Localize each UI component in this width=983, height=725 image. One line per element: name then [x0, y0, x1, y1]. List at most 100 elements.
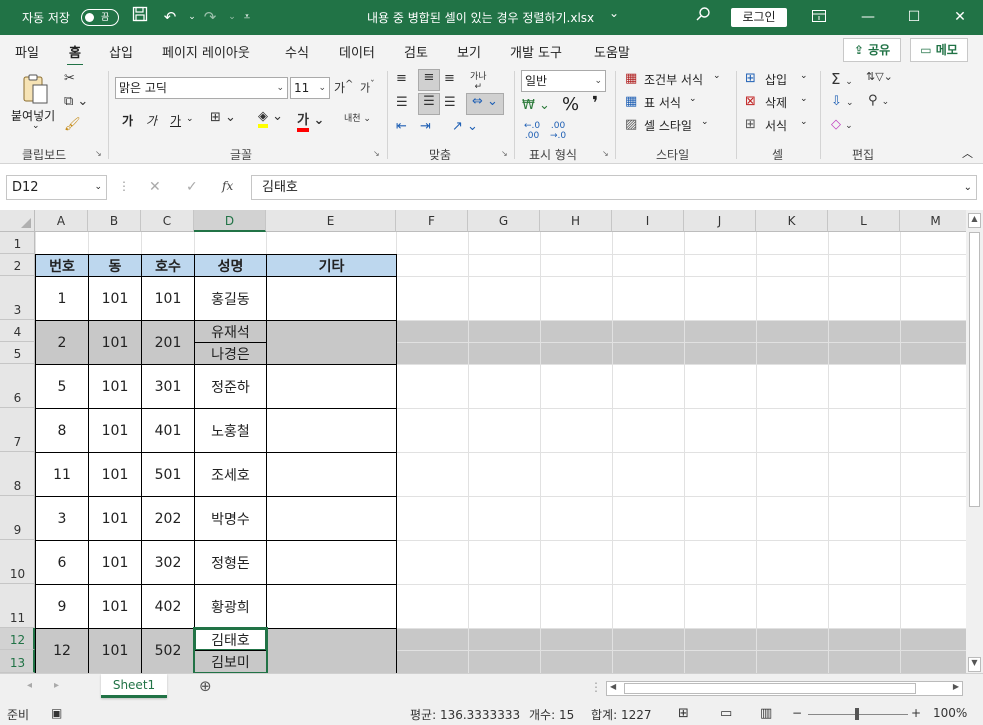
- table-cell-ho[interactable]: 502: [141, 628, 195, 673]
- tab-view[interactable]: 보기: [457, 42, 481, 61]
- delete-cells-icon[interactable]: ⊠: [745, 94, 756, 109]
- row-header-7[interactable]: 7: [0, 408, 35, 452]
- column-header-k[interactable]: K: [756, 210, 828, 232]
- copy-icon[interactable]: ⧉ ⌄: [64, 94, 88, 109]
- zoom-slider-handle[interactable]: [855, 708, 859, 720]
- column-header-j[interactable]: J: [684, 210, 756, 232]
- merge-center-icon[interactable]: ⇔ ⌄: [466, 93, 504, 115]
- increase-indent-icon[interactable]: ⇥: [420, 119, 431, 134]
- customize-icon[interactable]: ⩡: [236, 6, 258, 28]
- decrease-indent-icon[interactable]: ⇤: [396, 119, 407, 134]
- align-right-icon[interactable]: ☰: [444, 95, 456, 110]
- worksheet-grid[interactable]: A B C D E F G H I J K L M 1 2 3 4 5 6 7 8 9 10 11 12 13 번호 동 호수 성명 기타 1…: [0, 210, 966, 673]
- table-cell-name[interactable]: 홍길동: [194, 276, 267, 321]
- table-cell-dong[interactable]: 101: [88, 628, 142, 673]
- table-cell-name[interactable]: 정형돈: [194, 540, 267, 585]
- paste-icon[interactable]: [20, 73, 52, 105]
- chevron-down-icon[interactable]: ⌄: [800, 94, 808, 104]
- align-middle-icon[interactable]: ≡: [418, 69, 440, 91]
- collapse-ribbon-icon[interactable]: ︿: [962, 145, 973, 161]
- row-header-6[interactable]: 6: [0, 364, 35, 408]
- table-cell-no[interactable]: 1: [35, 276, 89, 321]
- table-cell-name[interactable]: 김보미: [194, 650, 267, 673]
- enter-icon[interactable]: ✓: [186, 179, 198, 195]
- table-cell-name[interactable]: 황광희: [194, 584, 267, 629]
- table-cell-dong[interactable]: 101: [88, 584, 142, 629]
- scroll-right-icon[interactable]: ▶: [953, 682, 959, 691]
- sheet-tab[interactable]: Sheet1: [101, 674, 167, 698]
- table-cell-etc[interactable]: [266, 320, 397, 365]
- delete-cells-button[interactable]: 삭제: [765, 94, 787, 111]
- cancel-icon[interactable]: ✕: [149, 179, 161, 195]
- table-cell-etc[interactable]: [266, 452, 397, 497]
- format-painter-icon[interactable]: 🖌: [64, 117, 81, 132]
- format-cells-icon[interactable]: ⊞: [745, 117, 756, 132]
- next-sheet-icon[interactable]: ▸: [54, 680, 59, 691]
- underline-dropdown-icon[interactable]: ⌄: [186, 114, 194, 124]
- font-size-select[interactable]: 11 ⌄: [290, 77, 330, 99]
- memo-button[interactable]: ▭ 메모: [910, 38, 968, 62]
- table-cell-ho[interactable]: 101: [141, 276, 195, 321]
- undo-icon[interactable]: ↶: [159, 6, 181, 28]
- close-icon[interactable]: ✕: [937, 0, 983, 35]
- font-launcher-icon[interactable]: ↘: [373, 149, 380, 158]
- column-header-i[interactable]: I: [612, 210, 684, 232]
- table-cell-no[interactable]: 8: [35, 408, 89, 453]
- chevron-down-icon[interactable]: ⌄: [713, 71, 721, 81]
- clear-icon[interactable]: ◇ ⌄: [831, 117, 853, 132]
- column-header-c[interactable]: C: [141, 210, 194, 232]
- table-cell-etc[interactable]: [266, 408, 397, 453]
- table-cell-name[interactable]: 정준하: [194, 364, 267, 409]
- table-cell-etc[interactable]: [266, 628, 397, 673]
- prev-sheet-icon[interactable]: ◂: [27, 680, 32, 691]
- tab-help[interactable]: 도움말: [594, 42, 630, 61]
- table-cell-no[interactable]: 11: [35, 452, 89, 497]
- table-cell-ho[interactable]: 301: [141, 364, 195, 409]
- chevron-down-icon[interactable]: ⌄: [689, 94, 697, 104]
- increase-decimal-icon[interactable]: ←.0.00: [524, 121, 540, 141]
- orientation-icon[interactable]: ↗ ⌄: [452, 119, 478, 134]
- table-cell-etc[interactable]: [266, 496, 397, 541]
- tab-developer[interactable]: 개발 도구: [510, 42, 562, 61]
- insert-function-icon[interactable]: fx: [222, 179, 233, 193]
- row-header-2[interactable]: 2: [0, 254, 35, 276]
- scroll-thumb[interactable]: [969, 232, 980, 507]
- sort-filter-icon[interactable]: ⇅▽⌄: [866, 70, 893, 83]
- add-sheet-icon[interactable]: ⊕: [199, 677, 212, 695]
- table-cell-dong[interactable]: 101: [88, 276, 142, 321]
- page-layout-view-icon[interactable]: ▭: [720, 706, 732, 721]
- scroll-down-icon[interactable]: ▼: [968, 657, 981, 672]
- maximize-icon[interactable]: ☐: [891, 0, 937, 35]
- table-cell-name[interactable]: 박명수: [194, 496, 267, 541]
- column-header-m[interactable]: M: [900, 210, 966, 232]
- paste-dropdown-icon[interactable]: ⌄: [32, 121, 40, 131]
- column-header-a[interactable]: A: [35, 210, 88, 232]
- expand-formula-icon[interactable]: ⌄: [964, 176, 972, 199]
- column-header-l[interactable]: L: [828, 210, 900, 232]
- table-cell-no[interactable]: 9: [35, 584, 89, 629]
- row-header-9[interactable]: 9: [0, 496, 35, 540]
- minimize-icon[interactable]: —: [845, 0, 891, 35]
- table-cell-dong[interactable]: 101: [88, 452, 142, 497]
- table-cell-name[interactable]: 유재석: [194, 320, 267, 343]
- name-box[interactable]: D12 ⌄: [6, 175, 107, 200]
- table-cell-ho[interactable]: 402: [141, 584, 195, 629]
- table-cell-no[interactable]: 3: [35, 496, 89, 541]
- autosum-icon[interactable]: Σ ⌄: [831, 70, 853, 88]
- chevron-down-icon[interactable]: ⌄: [701, 117, 709, 127]
- table-cell-etc[interactable]: [266, 364, 397, 409]
- share-button[interactable]: ⇪ 공유: [843, 38, 901, 62]
- zoom-out-icon[interactable]: −: [792, 706, 802, 720]
- normal-view-icon[interactable]: ⊞: [678, 706, 689, 721]
- align-center-icon[interactable]: ☰: [418, 93, 440, 115]
- page-break-view-icon[interactable]: ▥: [760, 706, 772, 721]
- column-header-b[interactable]: B: [88, 210, 141, 232]
- cut-icon[interactable]: ✂: [64, 71, 75, 86]
- row-header-11[interactable]: 11: [0, 584, 35, 628]
- tab-file[interactable]: 파일: [15, 42, 39, 61]
- vertical-scrollbar[interactable]: ▲ ▼: [966, 210, 983, 673]
- column-header-h[interactable]: H: [540, 210, 612, 232]
- redo-icon[interactable]: ↷: [199, 6, 221, 28]
- login-button[interactable]: 로그인: [731, 8, 787, 27]
- title-chevron-icon[interactable]: ⌄: [609, 6, 619, 20]
